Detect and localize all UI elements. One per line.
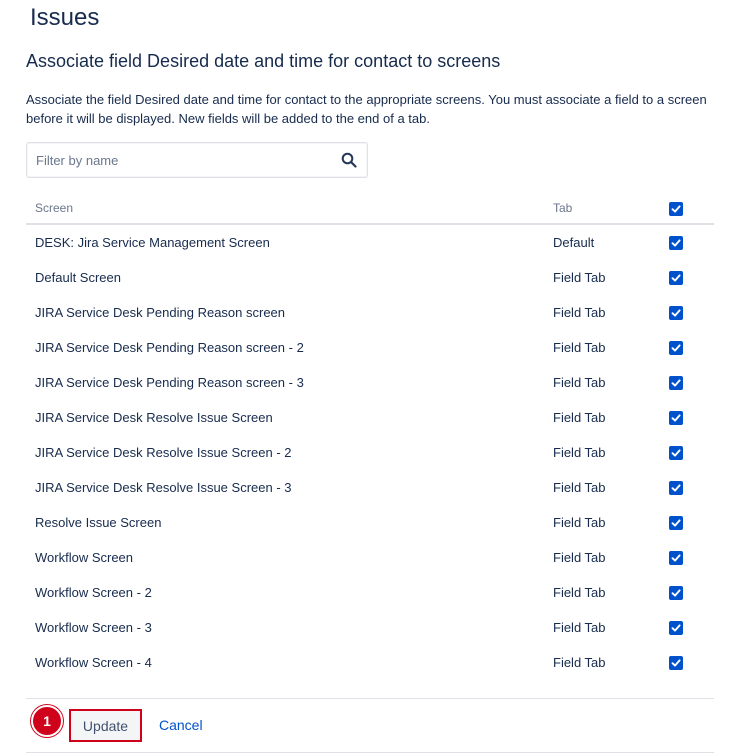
row-checkbox[interactable] xyxy=(669,271,683,285)
table-row: JIRA Service Desk Pending Reason screen … xyxy=(26,330,714,365)
screen-name: Workflow Screen xyxy=(35,550,134,565)
tab-name: Field Tab xyxy=(553,410,606,425)
select-all-checkbox[interactable] xyxy=(669,202,683,216)
divider xyxy=(26,698,714,699)
check-icon xyxy=(671,414,681,422)
table-row: JIRA Service Desk Resolve Issue Screen Fi… xyxy=(26,400,714,435)
row-checkbox[interactable] xyxy=(669,411,683,425)
screen-name: Default Screen xyxy=(35,270,121,285)
screens-table: Screen Tab DESK: Jira Service Management… xyxy=(26,192,714,680)
table-row: Workflow Screen Field Tab xyxy=(26,540,714,575)
tab-name: Field Tab xyxy=(553,305,606,320)
table-row: Workflow Screen - 2 Field Tab xyxy=(26,575,714,610)
filter-input[interactable] xyxy=(27,143,327,177)
row-checkbox[interactable] xyxy=(669,586,683,600)
check-icon xyxy=(671,449,681,457)
row-checkbox[interactable] xyxy=(669,341,683,355)
check-icon xyxy=(671,274,681,282)
search-icon[interactable] xyxy=(341,152,357,168)
table-row: JIRA Service Desk Pending Reason screen F… xyxy=(26,295,714,330)
tab-name: Field Tab xyxy=(553,585,606,600)
divider xyxy=(26,752,714,753)
row-checkbox[interactable] xyxy=(669,306,683,320)
step-badge: 1 xyxy=(31,705,63,737)
row-checkbox[interactable] xyxy=(669,656,683,670)
check-icon xyxy=(671,589,681,597)
screen-name: Resolve Issue Screen xyxy=(35,515,162,530)
screen-name: JIRA Service Desk Pending Reason screen … xyxy=(35,375,304,390)
tab-name: Field Tab xyxy=(553,550,606,565)
page-title: Issues xyxy=(30,4,100,31)
screen-name: Workflow Screen - 3 xyxy=(35,620,152,635)
check-icon xyxy=(671,379,681,387)
screen-name: JIRA Service Desk Pending Reason screen xyxy=(35,305,286,320)
check-icon xyxy=(671,659,681,667)
column-header-tab: Tab xyxy=(553,201,573,215)
table-row: Workflow Screen - 4 Field Tab xyxy=(26,645,714,680)
update-button-label: Update xyxy=(82,718,129,734)
screen-name: JIRA Service Desk Resolve Issue Screen xyxy=(35,410,273,425)
cancel-link[interactable]: Cancel xyxy=(159,717,203,733)
tab-name: Field Tab xyxy=(553,270,606,285)
table-header: Screen Tab xyxy=(26,192,714,225)
row-checkbox[interactable] xyxy=(669,376,683,390)
tab-name: Field Tab xyxy=(553,340,606,355)
update-button[interactable]: Update xyxy=(69,709,142,742)
row-checkbox[interactable] xyxy=(669,236,683,250)
row-checkbox[interactable] xyxy=(669,516,683,530)
column-header-screen: Screen xyxy=(35,201,74,215)
screen-name: Workflow Screen - 2 xyxy=(35,585,152,600)
table-row: Default Screen Field Tab xyxy=(26,260,714,295)
check-icon xyxy=(671,554,681,562)
check-icon xyxy=(671,624,681,632)
row-checkbox[interactable] xyxy=(669,446,683,460)
table-row: Workflow Screen - 3 Field Tab xyxy=(26,610,714,645)
check-icon xyxy=(671,309,681,317)
screen-name: JIRA Service Desk Pending Reason screen … xyxy=(35,340,304,355)
row-checkbox[interactable] xyxy=(669,481,683,495)
check-icon xyxy=(671,484,681,492)
table-row: Resolve Issue Screen Field Tab xyxy=(26,505,714,540)
table-body: DESK: Jira Service Management Screen Defa… xyxy=(26,225,714,680)
screen-name: JIRA Service Desk Resolve Issue Screen -… xyxy=(35,445,292,460)
tab-name: Field Tab xyxy=(553,655,606,670)
tab-name: Field Tab xyxy=(553,620,606,635)
filter-box xyxy=(26,142,368,178)
check-icon xyxy=(671,519,681,527)
table-row: DESK: Jira Service Management Screen Defa… xyxy=(26,225,714,260)
tab-name: Field Tab xyxy=(553,480,606,495)
check-icon xyxy=(671,344,681,352)
table-row: JIRA Service Desk Pending Reason screen … xyxy=(26,365,714,400)
table-row: JIRA Service Desk Resolve Issue Screen -… xyxy=(26,470,714,505)
check-icon xyxy=(671,239,681,247)
table-row: JIRA Service Desk Resolve Issue Screen -… xyxy=(26,435,714,470)
screen-name: Workflow Screen - 4 xyxy=(35,655,152,670)
row-checkbox[interactable] xyxy=(669,621,683,635)
row-checkbox[interactable] xyxy=(669,551,683,565)
screen-name: DESK: Jira Service Management Screen xyxy=(35,235,270,250)
tab-name: Field Tab xyxy=(553,375,606,390)
check-icon xyxy=(671,205,681,213)
tab-name: Field Tab xyxy=(553,445,606,460)
section-subtitle: Associate field Desired date and time fo… xyxy=(26,51,501,71)
tab-name: Default xyxy=(553,235,595,250)
tab-name: Field Tab xyxy=(553,515,606,530)
description-text: Associate the field Desired date and tim… xyxy=(26,92,707,126)
screen-name: JIRA Service Desk Resolve Issue Screen -… xyxy=(35,480,292,495)
